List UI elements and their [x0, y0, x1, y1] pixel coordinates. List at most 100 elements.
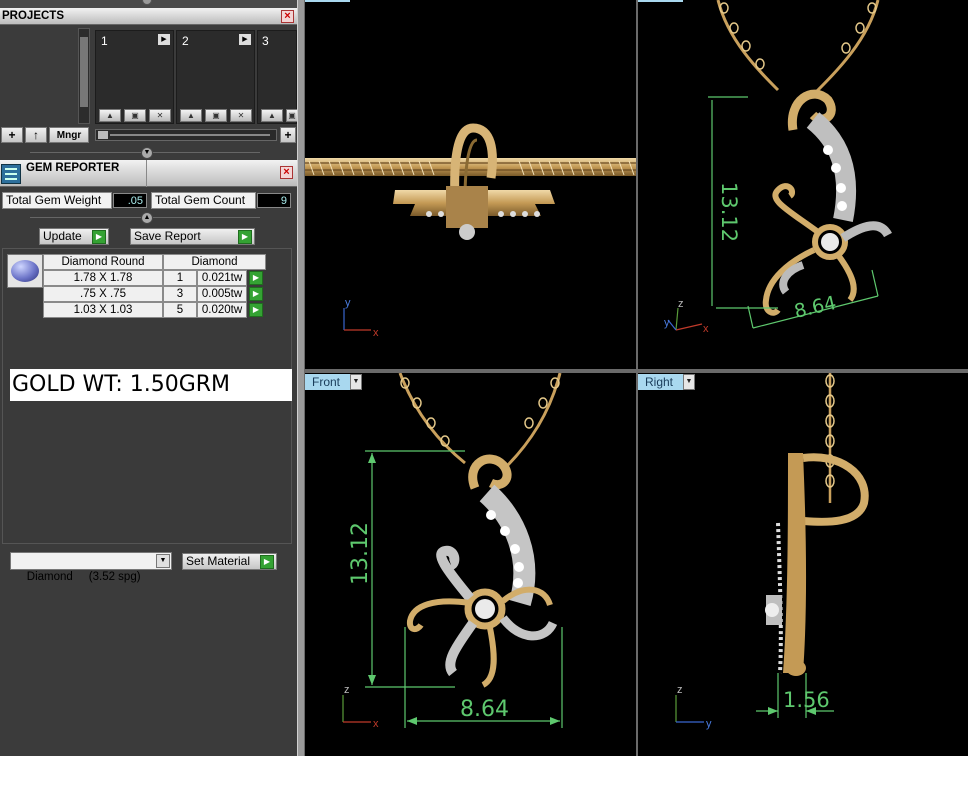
total-gem-count-label: Total Gem Count — [151, 192, 256, 209]
add-icon[interactable]: + — [1, 127, 23, 143]
zoom-slider[interactable] — [95, 129, 277, 141]
right-depth-dim: 1.56 — [783, 688, 830, 712]
slot-label: 3 — [262, 34, 269, 48]
gem-reporter-title: GEM REPORTER — [26, 162, 120, 174]
axis-x-label: x — [373, 718, 379, 730]
top-view-render: y x — [305, 123, 636, 339]
slot-label: 2 — [182, 34, 189, 48]
viewport-label-tab — [305, 0, 350, 2]
material-select[interactable]: Diamond (3.52 spg) ▼ — [10, 552, 172, 583]
gem-count: 3 — [163, 286, 197, 302]
row-play-icon[interactable]: ▶ — [249, 287, 263, 301]
top-strip — [0, 0, 297, 8]
front-view-render: 13.12 8.64 z x — [342, 373, 563, 730]
front-height-dim: 13.12 — [348, 522, 373, 585]
axis-z-label: z — [677, 684, 683, 696]
axis-x-label: x — [703, 323, 709, 335]
persp-height-dim: 13.12 — [717, 182, 741, 242]
col-header-shape: Diamond Round — [43, 254, 163, 270]
collapse-icon[interactable]: ▼ — [141, 147, 153, 159]
play-icon[interactable]: ▶ — [239, 34, 251, 45]
gem-size: 1.03 X 1.03 — [43, 302, 163, 318]
chevron-down-icon[interactable]: ▼ — [350, 374, 362, 390]
collapse-handle[interactable] — [142, 0, 152, 5]
upload-icon[interactable]: ▲ — [180, 109, 202, 122]
viewport-right[interactable]: Right ▼ 1.56 z y — [638, 373, 968, 756]
persp-width-dim: 8.64 — [792, 292, 838, 323]
project-slot-1[interactable]: 1 ▶ ▲ ▣ ✕ — [95, 30, 174, 124]
axis-y-label: y — [706, 718, 712, 730]
total-gem-weight-label: Total Gem Weight — [2, 192, 112, 209]
upload-icon[interactable]: ▲ — [261, 109, 283, 122]
gem-count: 5 — [163, 302, 197, 318]
gem-reporter-header: GEM REPORTER × — [0, 160, 297, 187]
row-play-icon[interactable]: ▶ — [249, 271, 263, 285]
gem-weight: 0.021tw — [197, 270, 247, 286]
slider-track — [110, 134, 270, 136]
total-gem-count-value: 9 — [257, 193, 291, 208]
axis-y-label: y — [664, 317, 670, 329]
zoom-in-icon[interactable]: + — [280, 127, 296, 143]
set-material-button[interactable]: Set Material ▶ — [182, 553, 277, 570]
row-play-icon[interactable]: ▶ — [249, 303, 263, 317]
play-icon[interactable]: ▶ — [158, 34, 170, 45]
play-icon: ▶ — [238, 230, 252, 244]
axis-z-label: z — [344, 684, 350, 696]
update-label: Update — [43, 229, 82, 243]
manager-button[interactable]: Mngr — [49, 127, 89, 143]
save-report-label: Save Report — [134, 229, 201, 243]
scroll-thumb[interactable] — [80, 37, 88, 107]
viewport-front[interactable]: Front ▼ 13.12 8.64 z x — [305, 373, 636, 756]
viewport-label-tab — [638, 0, 683, 2]
gem-weight: 0.020tw — [197, 302, 247, 318]
set-material-label: Set Material — [186, 554, 251, 568]
projects-scrollbar[interactable] — [78, 28, 90, 124]
save-icon[interactable]: ▣ — [205, 109, 227, 122]
project-slot-2[interactable]: 2 ▶ ▲ ▣ ✕ — [176, 30, 255, 124]
axis-x-label: x — [373, 327, 379, 339]
perspective-view-render: 13.12 8.64 z x y — [664, 0, 892, 335]
viewport-top[interactable]: y x — [305, 0, 636, 369]
panel-splitter[interactable] — [297, 0, 305, 756]
gem-size: 1.78 X 1.78 — [43, 270, 163, 286]
project-slot-3[interactable]: 3 ▲ ▣ — [257, 30, 298, 124]
gem-count: 1 — [163, 270, 197, 286]
panel-separator: ▼ — [0, 144, 297, 160]
gem-reporter-icon — [1, 164, 21, 184]
play-icon: ▶ — [92, 230, 106, 244]
up-arrow-icon[interactable]: ↑ — [25, 127, 47, 143]
axis-z-label: z — [678, 298, 684, 310]
axis-y-label: y — [345, 297, 351, 309]
delete-icon[interactable]: ✕ — [149, 109, 171, 122]
left-panel: PROJECTS × 1 ▶ ▲ ▣ ✕ 2 ▶ ▲ ▣ ✕ 3 ▲ ▣ + ↑… — [0, 0, 298, 756]
right-view-render: 1.56 z y — [675, 373, 869, 730]
front-width-dim: 8.64 — [460, 697, 509, 722]
round-diamond-icon — [7, 254, 43, 288]
gem-size: .75 X .75 — [43, 286, 163, 302]
chevron-down-icon[interactable]: ▼ — [156, 554, 170, 568]
save-icon[interactable]: ▣ — [124, 109, 146, 122]
projects-title: PROJECTS — [2, 10, 64, 22]
col-header-material: Diamond — [163, 254, 266, 270]
save-report-button[interactable]: Save Report ▶ — [130, 228, 255, 245]
projects-toolbar: + ↑ Mngr + — [0, 126, 297, 144]
gold-weight-label: GOLD WT: 1.50GRM — [10, 369, 292, 401]
chevron-down-icon[interactable]: ▼ — [683, 374, 695, 390]
expand-icon[interactable]: ▲ — [141, 212, 153, 224]
play-icon: ▶ — [260, 555, 274, 569]
delete-icon[interactable]: ✕ — [230, 109, 252, 122]
projects-area: 1 ▶ ▲ ▣ ✕ 2 ▶ ▲ ▣ ✕ 3 ▲ ▣ — [0, 26, 298, 126]
viewport-right-label[interactable]: Right — [638, 374, 683, 390]
gem-weight: 0.005tw — [197, 286, 247, 302]
upload-icon[interactable]: ▲ — [99, 109, 121, 122]
close-icon[interactable]: × — [281, 10, 294, 23]
update-button[interactable]: Update ▶ — [39, 228, 109, 245]
close-icon[interactable]: × — [280, 166, 293, 179]
slider-thumb[interactable] — [98, 131, 108, 139]
total-gem-weight-value: .05 — [113, 193, 147, 208]
viewport-perspective[interactable]: 13.12 8.64 z x y — [638, 0, 968, 369]
viewport-front-label[interactable]: Front — [305, 374, 350, 390]
slot-label: 1 — [101, 34, 108, 48]
material-select-value: Diamond (3.52 spg) — [26, 571, 141, 583]
projects-header: PROJECTS × — [0, 8, 297, 25]
